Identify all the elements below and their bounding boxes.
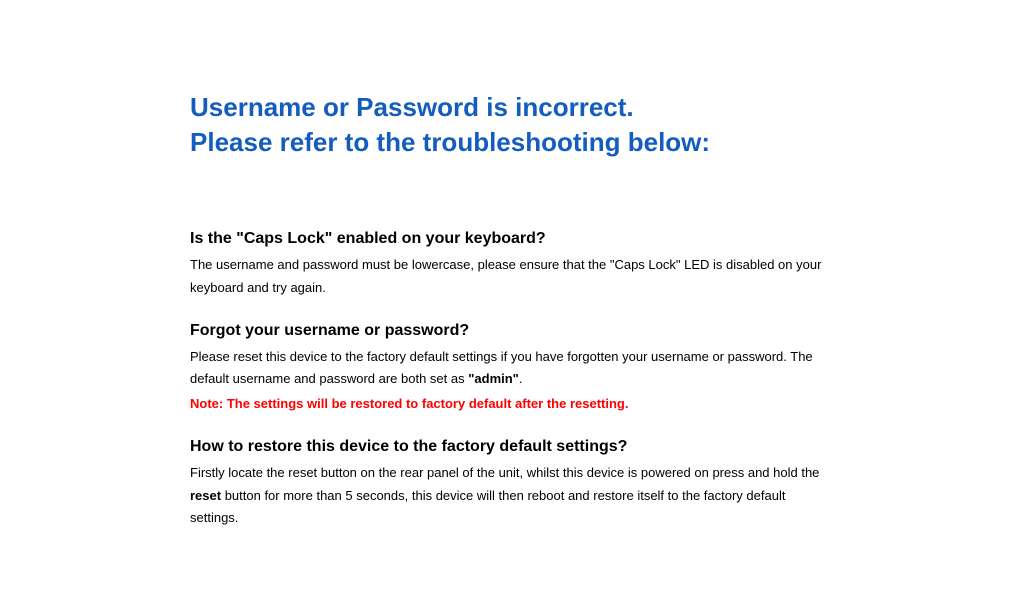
title-line-1: Username or Password is incorrect. (190, 92, 634, 122)
section-restore-body: Firstly locate the reset button on the r… (190, 462, 826, 530)
section-restore-body-part1: Firstly locate the reset button on the r… (190, 465, 819, 480)
title-line-2: Please refer to the troubleshooting belo… (190, 127, 710, 157)
section-forgot-heading: Forgot your username or password? (190, 322, 826, 340)
section-forgot-body-part2: . (519, 371, 523, 386)
section-restore-heading: How to restore this device to the factor… (190, 438, 826, 456)
section-capslock-heading: Is the "Caps Lock" enabled on your keybo… (190, 230, 826, 248)
page-title: Username or Password is incorrect. Pleas… (190, 90, 826, 160)
section-restore: How to restore this device to the factor… (190, 438, 826, 530)
section-forgot-note: Note: The settings will be restored to f… (190, 393, 826, 416)
section-capslock-body: The username and password must be lowerc… (190, 254, 826, 300)
section-restore-body-bold: reset (190, 488, 221, 503)
section-forgot-body: Please reset this device to the factory … (190, 346, 826, 392)
section-restore-body-part2: button for more than 5 seconds, this dev… (190, 488, 785, 526)
section-forgot-body-bold: "admin" (468, 371, 519, 386)
section-capslock: Is the "Caps Lock" enabled on your keybo… (190, 230, 826, 300)
section-forgot: Forgot your username or password? Please… (190, 322, 826, 416)
